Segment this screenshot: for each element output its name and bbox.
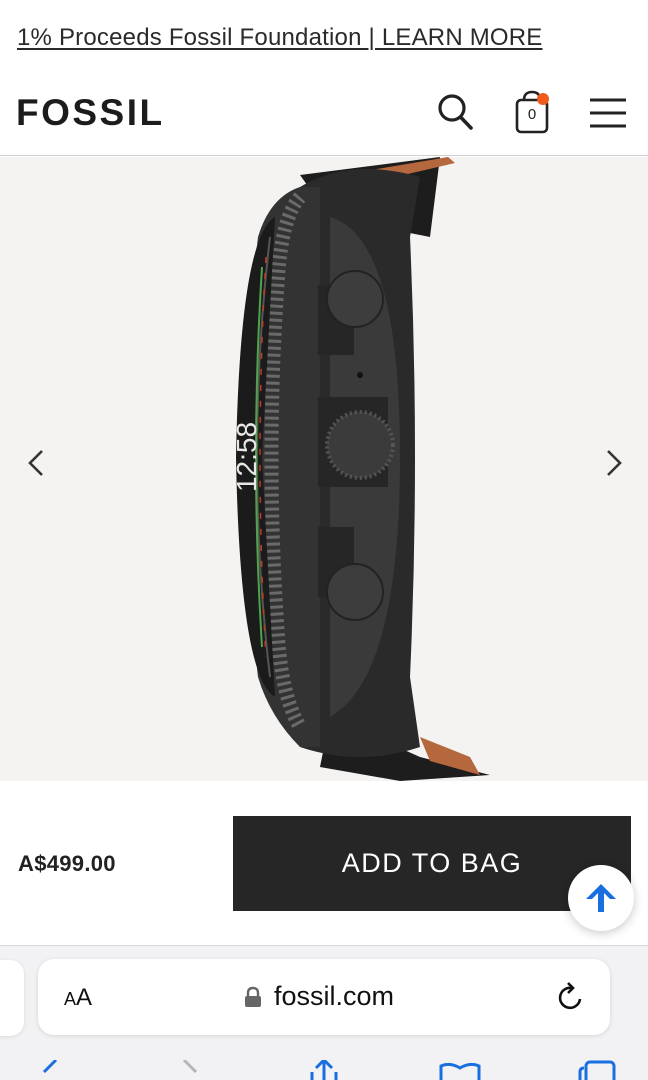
product-gallery[interactable]: 12:58 <box>0 157 648 781</box>
address-bar[interactable]: AA fossil.com <box>38 959 610 1035</box>
bookmarks-icon[interactable] <box>438 1060 482 1080</box>
promo-banner: 1% Proceeds Fossil Foundation | LEARN MO… <box>0 0 648 78</box>
menu-button[interactable] <box>588 96 628 130</box>
chevron-right-icon[interactable] <box>600 443 630 483</box>
product-image: 12:58 <box>231 157 490 781</box>
svg-text:12:58: 12:58 <box>231 422 262 492</box>
browser-chrome: AA fossil.com <box>0 946 648 1080</box>
shopping-bag-button[interactable]: 0 <box>512 88 552 136</box>
forward-icon[interactable] <box>176 1060 206 1080</box>
site-header: FOSSIL 0 <box>0 78 648 156</box>
brand-logo[interactable]: FOSSIL <box>16 92 165 134</box>
buy-bar: A$499.00 ADD TO BAG <box>0 781 648 946</box>
product-price: A$499.00 <box>18 851 116 876</box>
bag-count: 0 <box>527 106 537 123</box>
search-button[interactable] <box>436 92 476 134</box>
share-icon[interactable] <box>306 1060 342 1080</box>
cart-badge <box>537 93 549 105</box>
tabs-icon[interactable] <box>576 1060 618 1080</box>
url-domain[interactable]: fossil.com <box>274 981 394 1012</box>
arrow-up-icon <box>586 884 616 912</box>
lock-icon <box>245 986 261 1007</box>
search-icon <box>438 94 473 130</box>
text-size-button[interactable]: AA <box>64 984 92 1012</box>
scroll-to-top-button[interactable] <box>568 865 634 931</box>
back-icon[interactable] <box>34 1060 64 1080</box>
chevron-left-icon[interactable] <box>22 443 52 483</box>
reload-icon[interactable] <box>556 981 586 1013</box>
promo-link[interactable]: 1% Proceeds Fossil Foundation | LEARN MO… <box>17 24 543 52</box>
previous-tab-edge[interactable] <box>0 960 24 1036</box>
hamburger-menu-icon <box>590 98 626 128</box>
